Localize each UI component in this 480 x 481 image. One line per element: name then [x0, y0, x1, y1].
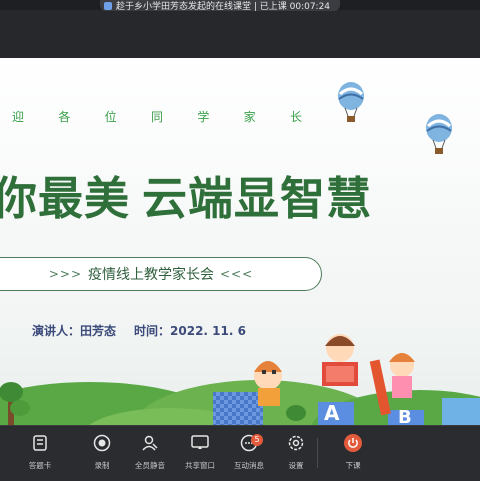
welcome-char: 同: [150, 110, 163, 124]
subtitle-banner: >>> 疫情线上教学家长会 <<<: [0, 257, 322, 291]
welcome-char: 长: [289, 110, 302, 124]
slide-headline: 你最美 云端显智慧: [0, 162, 372, 227]
subtitle-text: 疫情线上教学家长会: [88, 267, 214, 283]
unread-badge: 5: [251, 434, 263, 446]
welcome-char: 位: [104, 110, 117, 124]
record-button[interactable]: 录制: [78, 432, 126, 471]
settings-icon: [285, 432, 307, 454]
classroom-toolbar: 答题卡 录制 全员静音 共享窗口 5 互动消息 设置 下课: [0, 425, 480, 481]
record-label: 录制: [94, 461, 110, 470]
welcome-char: 家: [243, 110, 256, 124]
end-class-label: 下课: [345, 461, 361, 470]
block-letter-a: A: [324, 401, 340, 425]
chat-label: 互动消息: [234, 461, 264, 470]
chevrons-right-icon: >>>: [48, 267, 82, 281]
answer-card-button[interactable]: 答题卡: [16, 432, 64, 471]
answer-card-icon: [29, 432, 51, 454]
mute-all-label: 全员静音: [135, 461, 165, 470]
class-status-pill[interactable]: 趁于乡小学田芳态发起的在线课堂 | 已上课 00:07:24: [100, 0, 341, 12]
chat-button[interactable]: 5 互动消息: [225, 432, 273, 471]
welcome-char: 学: [197, 110, 210, 124]
headline-right: 云端显智慧: [142, 172, 373, 225]
hot-air-balloon-icon: [426, 114, 452, 154]
end-class-button[interactable]: 下课: [329, 432, 377, 471]
toolbar-divider: [317, 438, 318, 468]
window-title: 趁于乡小学田芳态发起的在线课堂 | 已上课 00:07:24: [116, 2, 331, 12]
welcome-char: 迎: [12, 110, 25, 124]
hot-air-balloon-icon: [338, 82, 364, 122]
welcome-line: 迎 各 位 同 学 家 长: [12, 108, 302, 125]
window-top-bar: 趁于乡小学田芳态发起的在线课堂 | 已上课 00:07:24: [0, 0, 480, 58]
class-status-icon: [104, 1, 112, 10]
record-icon: [91, 432, 113, 454]
power-icon: [342, 432, 364, 454]
kids-illustration: A B: [0, 334, 480, 425]
share-window-button[interactable]: 共享窗口: [176, 432, 224, 471]
mute-all-button[interactable]: 全员静音: [126, 432, 174, 471]
block-letter-b: B: [398, 407, 412, 425]
chevrons-left-icon: <<<: [220, 267, 254, 281]
share-window-label: 共享窗口: [185, 461, 215, 470]
settings-button[interactable]: 设置: [272, 432, 320, 471]
share-window-icon: [189, 432, 211, 454]
settings-label: 设置: [288, 461, 304, 470]
answer-card-label: 答题卡: [28, 461, 52, 470]
mute-all-icon: [139, 432, 161, 454]
headline-left: 你最美: [0, 172, 131, 225]
welcome-char: 各: [58, 110, 71, 124]
shared-slide: 迎 各 位 同 学 家 长 你最美 云端显智慧 >>> 疫情线上教学家长会 <<<…: [0, 58, 480, 425]
